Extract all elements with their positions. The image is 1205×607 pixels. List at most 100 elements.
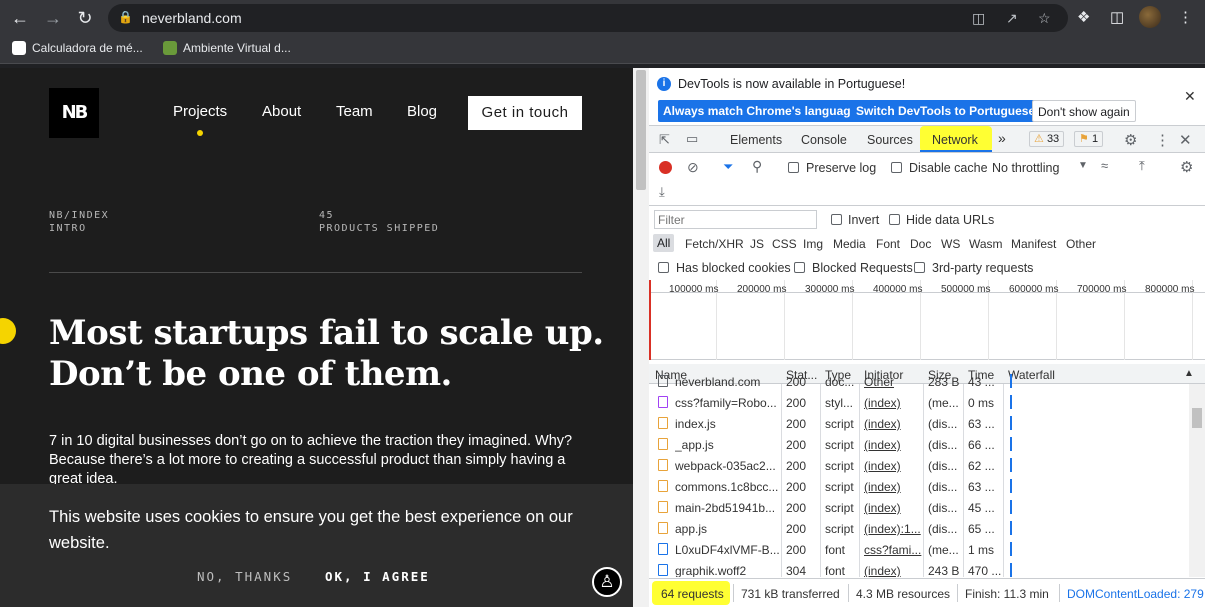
browser-menu-icon[interactable]: ⋮ [1178,8,1193,26]
site-logo[interactable]: NB [49,88,99,138]
errors-badge[interactable]: ⚑ 1 [1074,131,1104,147]
network-settings-gear-icon[interactable]: ⚙ [1180,158,1193,176]
search-icon[interactable]: ⚲ [752,158,762,175]
type-filter-wasm[interactable]: Wasm [969,237,1003,251]
share-icon[interactable]: ↗ [1006,10,1018,27]
translate-icon[interactable]: ◫ [972,10,985,27]
network-overview[interactable]: 100000 ms 200000 ms 300000 ms 400000 ms … [649,280,1205,360]
table-row[interactable]: webpack-035ac2... 200 script (index) (dis...… [649,455,1189,476]
separator [957,584,958,602]
cell-initiator[interactable]: (index):1... [864,522,922,536]
nav-about[interactable]: About [262,103,301,120]
cell-status: 200 [786,543,807,557]
reload-icon[interactable]: ↻ [74,7,96,29]
bookmark-star-icon[interactable]: ☆ [1038,10,1051,27]
type-filter-doc[interactable]: Doc [910,237,931,251]
forward-arrow-icon[interactable]: → [42,7,64,29]
blocked-requests-checkbox[interactable] [794,262,805,273]
type-filter-media[interactable]: Media [833,237,866,251]
type-filter-ws[interactable]: WS [941,237,960,251]
table-row[interactable]: app.js 200 script (index):1... (dis... 65 ... [649,518,1189,539]
cell-initiator[interactable]: (index) [864,564,922,577]
table-row[interactable]: graphik.woff2 304 font (index) 243 B 470 ... [649,560,1189,577]
close-devtools-icon[interactable]: ✕ [1179,131,1192,149]
cell-initiator[interactable]: css?fami... [864,543,922,557]
tab-console[interactable]: Console [801,133,847,147]
accessibility-icon[interactable]: ♙ [592,567,622,597]
chevron-down-icon[interactable]: ▼ [1078,160,1088,171]
network-conditions-icon[interactable]: ≈ [1101,158,1108,173]
extensions-puzzle-icon[interactable]: ❖ [1077,8,1090,26]
match-chrome-language-button[interactable]: Always match Chrome's language [658,100,863,122]
cell-initiator[interactable]: (index) [864,438,922,452]
side-panel-icon[interactable]: ◫ [1110,8,1124,26]
table-row[interactable]: index.js 200 script (index) (dis... 63 ... [649,413,1189,434]
type-filter-css[interactable]: CSS [772,237,797,251]
type-filter-font[interactable]: Font [876,237,900,251]
hide-data-urls-checkbox[interactable] [889,214,900,225]
disable-cache-checkbox[interactable] [891,162,902,173]
type-filter-all[interactable]: All [653,234,675,252]
address-bar[interactable]: 🔒 neverbland.com ◫ ↗ ☆ [108,4,1068,32]
tab-network[interactable]: Network [932,133,978,147]
record-icon[interactable] [659,161,672,174]
table-row[interactable]: main-2bd51941b... 200 script (index) (dis...… [649,497,1189,518]
more-tabs-icon[interactable]: » [998,130,1006,146]
table-row[interactable]: _app.js 200 script (index) (dis... 66 ... [649,434,1189,455]
nav-team[interactable]: Team [336,103,373,120]
import-har-icon[interactable]: ⤒ [1139,158,1145,174]
get-in-touch-button[interactable]: Get in touch [468,96,582,130]
type-filter-fetch-xhr[interactable]: Fetch/XHR [685,237,744,251]
settings-gear-icon[interactable]: ⚙ [1124,131,1137,149]
table-row[interactable]: commons.1c8bcc... 200 script (index) (dis...… [649,476,1189,497]
cell-type: script [825,480,854,494]
switch-to-portuguese-button[interactable]: Switch DevTools to Portuguese [851,100,1041,122]
inspect-element-icon[interactable]: ⇱ [659,132,670,148]
tab-sources[interactable]: Sources [867,133,913,147]
website-viewport: NB Projects About Team Blog Get in touch… [0,68,633,607]
profile-avatar[interactable] [1139,6,1161,28]
tab-elements[interactable]: Elements [730,133,782,147]
table-row[interactable]: L0xuDF4xlVMF-B... 200 font css?fami... (me..… [649,539,1189,560]
invert-checkbox[interactable] [831,214,842,225]
nav-projects[interactable]: Projects [173,103,227,120]
filter-input[interactable] [654,210,817,229]
bookmark-ambiente-virtual[interactable]: Ambiente Virtual d... [163,41,291,55]
nav-blog[interactable]: Blog [407,103,437,120]
device-toolbar-icon[interactable]: ▭ [686,131,698,147]
divider [49,272,582,273]
warnings-badge[interactable]: ⚠ 33 [1029,131,1065,147]
table-row[interactable]: neverbland.com 200 doc... Other 283 B 43 ... [649,371,1189,392]
dont-show-again-button[interactable]: Don't show again [1032,100,1136,122]
back-arrow-icon[interactable]: ← [9,7,31,29]
requests-scrollbar-thumb[interactable] [1192,408,1202,428]
cell-initiator[interactable]: (index) [864,480,922,494]
throttling-select[interactable]: No throttling [992,161,1059,175]
cell-initiator[interactable]: (index) [864,501,922,515]
cell-initiator[interactable]: Other [864,375,922,389]
cookie-decline-button[interactable]: NO, THANKS [197,569,292,584]
cell-name: commons.1c8bcc... [675,480,779,494]
type-filter-manifest[interactable]: Manifest [1011,237,1056,251]
cookie-accept-button[interactable]: OK, I AGREE [325,569,430,584]
type-filter-other[interactable]: Other [1066,237,1096,251]
cell-name: neverbland.com [675,375,761,389]
cell-size: 243 B [928,564,960,577]
type-filter-js[interactable]: JS [750,237,764,251]
blocked-cookies-checkbox[interactable] [658,262,669,273]
third-party-checkbox[interactable] [914,262,925,273]
preserve-log-checkbox[interactable] [788,162,799,173]
table-row[interactable]: css?family=Robo... 200 styl... (index) (me..… [649,392,1189,413]
bookmark-calculadora[interactable]: Calculadora de mé... [12,41,143,55]
type-filter-img[interactable]: Img [803,237,823,251]
clear-icon[interactable]: ⊘ [687,159,699,176]
cell-initiator[interactable]: (index) [864,396,922,410]
page-scrollbar-thumb[interactable] [636,70,646,190]
devtools-menu-icon[interactable]: ⋮ [1155,131,1170,149]
filter-funnel-icon[interactable]: ⏷ [723,159,733,175]
cell-initiator[interactable]: (index) [864,459,922,473]
export-har-icon[interactable]: ⤓ [659,184,665,200]
close-icon[interactable]: ✕ [1184,88,1196,105]
lock-icon[interactable]: 🔒 [118,10,133,24]
cell-initiator[interactable]: (index) [864,417,922,431]
